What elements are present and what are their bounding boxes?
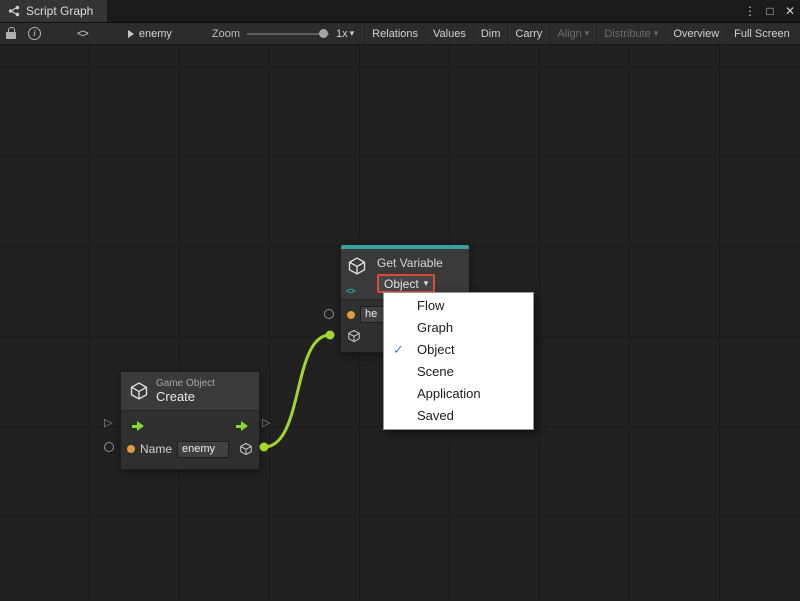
node-title: Create [156, 389, 215, 404]
menu-item-label: Scene [417, 364, 454, 379]
button-label: Values [433, 28, 466, 40]
toolbar-button-carry[interactable]: Carry [507, 23, 549, 44]
title-bar: Script Graph ⋮ □ ✕ [0, 0, 800, 23]
chevron-down-icon: ▾ [585, 28, 590, 39]
cube-icon [129, 381, 149, 401]
close-icon[interactable]: ✕ [780, 0, 800, 22]
breadcrumb-arrow-icon [128, 30, 134, 38]
graph-canvas[interactable]: ▷ ▷ Game Object Create Name enemy [0, 45, 800, 601]
node-title: Get Variable [377, 256, 443, 270]
toolbar-button-distribute[interactable]: Distribute ▾ [596, 23, 665, 44]
flow-output-port[interactable]: ▷ [262, 418, 270, 429]
button-label: Distribute [604, 28, 650, 40]
button-label: Relations [372, 28, 418, 40]
zoom-value-text: 1x [336, 28, 348, 40]
code-badge-icon: <> [346, 286, 355, 296]
name-value-field[interactable]: enemy [177, 441, 229, 458]
menu-item-application[interactable]: Application [384, 383, 533, 405]
toolbar-button-overview[interactable]: Overview [665, 23, 726, 44]
info-icon[interactable]: i [28, 27, 41, 40]
node-header[interactable]: Game Object Create [121, 372, 259, 411]
window-menu-icon[interactable]: ⋮ [740, 0, 760, 22]
button-label: Align [557, 28, 581, 40]
string-port-icon[interactable] [347, 311, 355, 319]
variable-cube-icon: <> [347, 256, 371, 293]
zoom-value[interactable]: 1x ▾ [336, 28, 354, 40]
toolbar-button-values[interactable]: Values [425, 23, 473, 44]
graph-toolbar: i <> enemy Zoom 1x ▾ Relations Values Di… [0, 23, 800, 45]
zoom-slider-handle[interactable] [319, 29, 328, 38]
menu-item-graph[interactable]: Graph [384, 317, 533, 339]
graph-name: enemy [139, 28, 172, 40]
cube-icon[interactable] [347, 329, 361, 343]
zoom-slider[interactable] [247, 33, 329, 35]
toolbar-button-fullscreen[interactable]: Full Screen [726, 23, 797, 44]
toolbar-button-align[interactable]: Align ▾ [549, 23, 596, 44]
zoom-label: Zoom [212, 28, 240, 40]
name-port-row: Name enemy [127, 437, 253, 461]
chevron-down-icon: ▾ [424, 278, 429, 289]
toolbar-button-relations[interactable]: Relations [364, 23, 425, 44]
maximize-icon[interactable]: □ [760, 0, 780, 22]
cube-icon [347, 256, 367, 276]
flow-port-row [127, 415, 253, 437]
lock-icon[interactable] [6, 32, 16, 39]
button-label: Dim [481, 28, 501, 40]
button-label: Overview [673, 28, 719, 40]
name-input-port[interactable] [104, 442, 114, 452]
menu-item-label: Flow [417, 298, 444, 313]
chevron-down-icon: ▾ [350, 28, 355, 39]
node-category: Game Object [156, 378, 215, 389]
menu-item-label: Graph [417, 320, 453, 335]
flow-out-arrow-icon[interactable] [236, 421, 248, 431]
node-header-text: Get Variable Object ▾ [377, 256, 443, 293]
tab-title: Script Graph [26, 4, 93, 18]
kind-dropdown-menu: Flow Graph ✓ Object Scene Application Sa… [383, 292, 534, 430]
menu-item-saved[interactable]: Saved [384, 405, 533, 427]
button-label: Carry [515, 28, 542, 40]
port-label: Name [140, 442, 172, 456]
cube-icon [239, 442, 253, 456]
menu-item-label: Saved [417, 408, 454, 423]
graph-breadcrumb[interactable]: enemy [128, 28, 172, 40]
menu-item-flow[interactable]: Flow [384, 295, 533, 317]
string-port-icon[interactable] [127, 445, 135, 453]
node-create-game-object[interactable]: Game Object Create Name enemy [120, 371, 260, 470]
script-graph-icon [8, 5, 20, 17]
tab-script-graph[interactable]: Script Graph [0, 0, 107, 22]
menu-item-label: Application [417, 386, 481, 401]
flow-input-port[interactable]: ▷ [104, 418, 112, 429]
check-icon: ✓ [393, 339, 404, 361]
toolbar-button-group: Relations Values Dim Carry Align ▾ Distr… [364, 23, 797, 44]
node-body: Name enemy [121, 411, 259, 469]
node-header-text: Game Object Create [156, 378, 215, 404]
code-view-button[interactable]: <> [71, 28, 94, 40]
variable-kind-dropdown[interactable]: Object ▾ [377, 274, 435, 293]
menu-item-scene[interactable]: Scene [384, 361, 533, 383]
kind-value: Object [384, 277, 419, 291]
chevron-down-icon: ▾ [654, 28, 659, 39]
button-label: Full Screen [734, 28, 790, 40]
toolbar-button-dim[interactable]: Dim [473, 23, 508, 44]
window-controls: ⋮ □ ✕ [740, 0, 800, 22]
menu-item-object[interactable]: ✓ Object [384, 339, 533, 361]
flow-in-arrow-icon[interactable] [132, 421, 144, 431]
game-object-output-port[interactable] [239, 442, 253, 456]
variable-name-port[interactable] [324, 309, 334, 319]
menu-item-label: Object [417, 342, 455, 357]
